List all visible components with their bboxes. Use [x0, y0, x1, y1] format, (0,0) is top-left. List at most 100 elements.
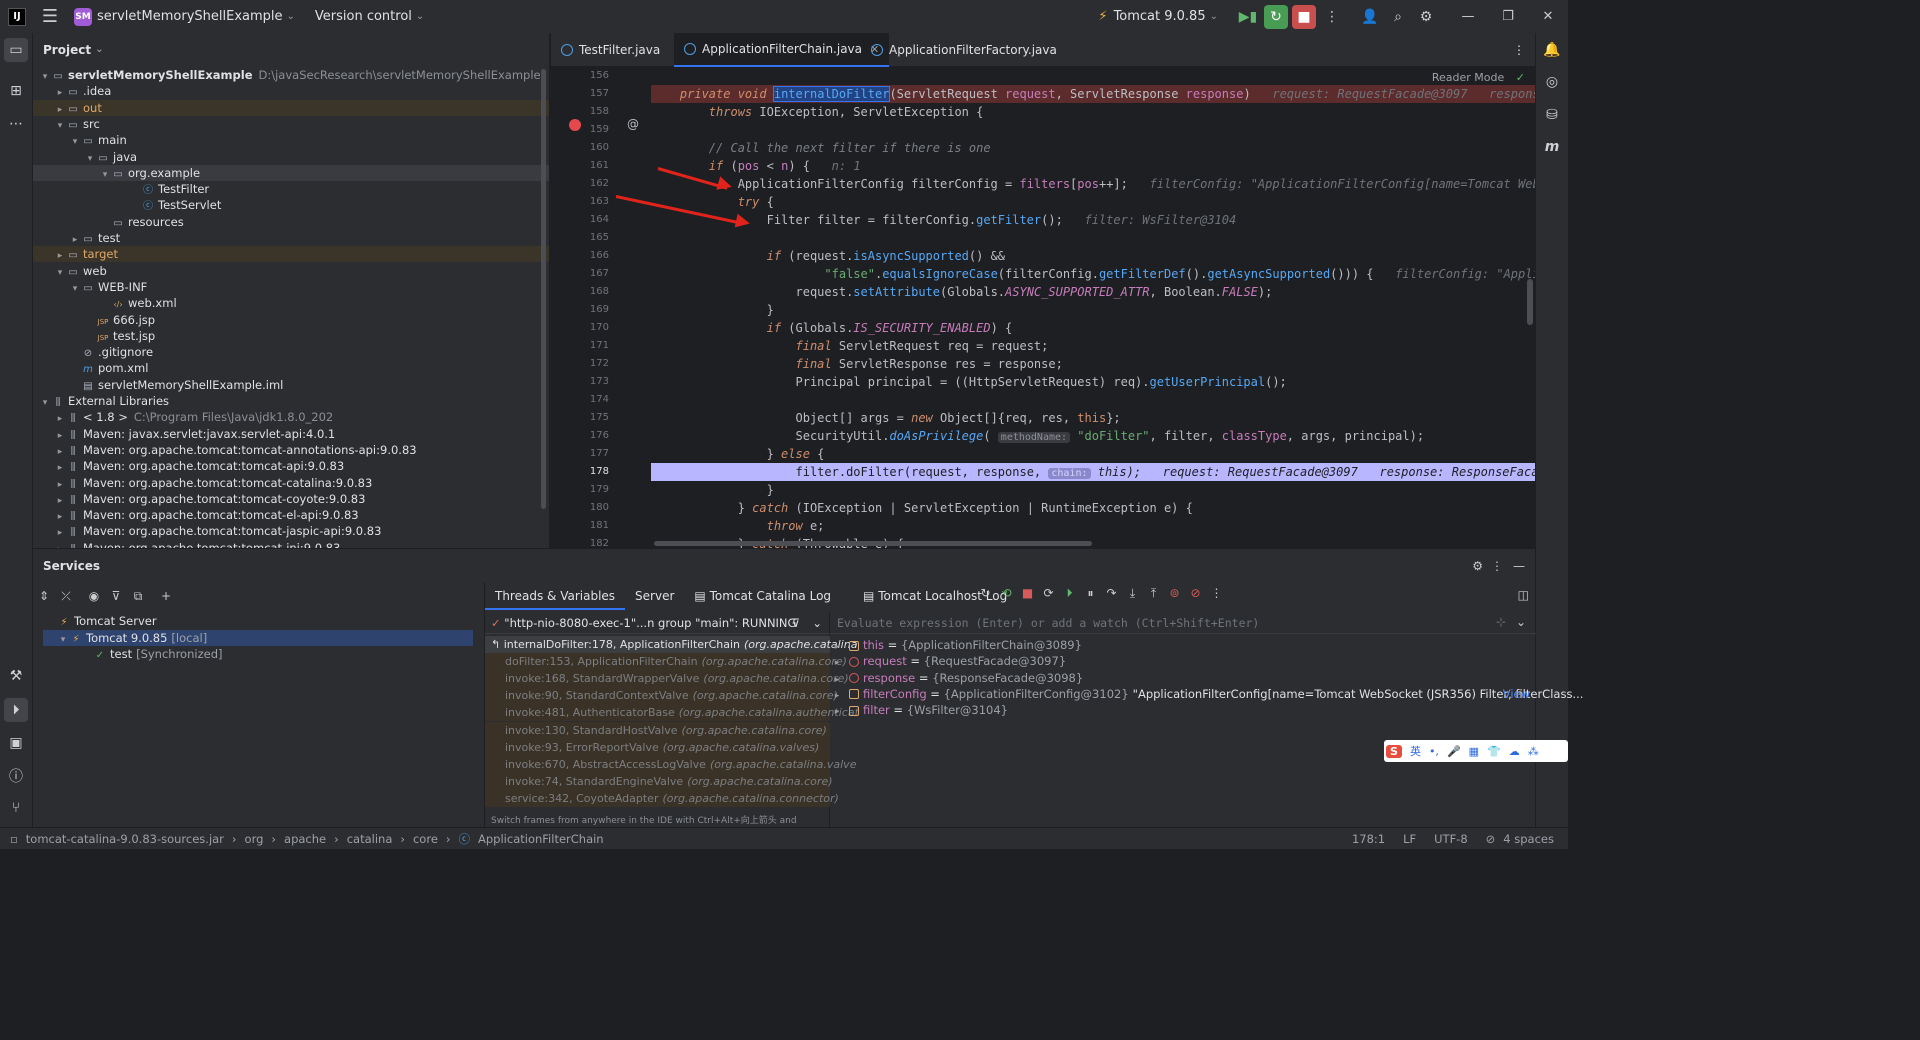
service-item[interactable]: ✓ test [Synchronized]: [43, 646, 473, 662]
code-area[interactable]: private void internalDoFilter(ServletReq…: [651, 67, 1535, 548]
tree-item[interactable]: ▭ resources: [33, 214, 549, 230]
breadcrumb-item[interactable]: org: [245, 832, 264, 846]
tab-server[interactable]: Server: [625, 582, 684, 610]
add-watch-icon[interactable]: ⊹: [1496, 615, 1506, 629]
tree-item[interactable]: ▾ ▭ java: [33, 149, 549, 165]
pause-icon[interactable]: ⏸: [1080, 586, 1101, 601]
line-number[interactable]: 162: [551, 175, 609, 193]
line-number[interactable]: 179: [551, 481, 609, 499]
tree-item[interactable]: ▸⫼Maven: org.apache.tomcat:tomcat-jni:9.…: [33, 540, 549, 548]
tree-item[interactable]: ▸ ▭ test: [33, 230, 549, 246]
view-breakpoints-icon[interactable]: ⊚: [1164, 586, 1185, 601]
line-number[interactable]: 171: [551, 337, 609, 355]
services-icon[interactable]: ⏵: [4, 698, 28, 722]
line-number[interactable]: 172: [551, 355, 609, 373]
evaluate-expression-input[interactable]: Evaluate expression (Enter) or add a wat…: [831, 612, 1536, 634]
stack-frame[interactable]: invoke:481, AuthenticatorBase (org.apache…: [485, 704, 859, 722]
tree-item[interactable]: ▤ servletMemoryShellExample.iml: [33, 377, 549, 393]
line-number[interactable]: 176: [551, 427, 609, 445]
stack-frame[interactable]: invoke:90, StandardContextValve (org.apac…: [485, 687, 838, 705]
view-options-icon[interactable]: ◉: [83, 589, 105, 603]
cloud-icon[interactable]: ☁: [1509, 745, 1520, 758]
tab-threads-variables[interactable]: Threads & Variables: [485, 582, 626, 610]
build-hammer-icon[interactable]: ⚒: [4, 664, 28, 688]
tree-item[interactable]: ⓒ TestServlet: [33, 197, 549, 213]
readonly-icon[interactable]: ⊘: [1486, 832, 1496, 846]
tree-item[interactable]: ⓒ TestFilter: [33, 181, 549, 197]
settings-icon[interactable]: ⚙: [1472, 559, 1483, 573]
filter-icon[interactable]: ⊽: [105, 589, 127, 603]
breadcrumb-item[interactable]: apache: [284, 832, 326, 846]
expand-all-icon[interactable]: ⇕: [33, 589, 55, 603]
vcs-widget[interactable]: Version control: [315, 9, 412, 24]
resume-program-icon[interactable]: ▶▮: [1236, 5, 1260, 29]
line-number[interactable]: 173: [551, 373, 609, 391]
project-panel-header[interactable]: Project ⌄: [33, 33, 549, 66]
stack-frame[interactable]: invoke:670, AbstractAccessLogValve (org.a…: [485, 755, 856, 773]
database-icon[interactable]: ⛁: [1541, 104, 1563, 126]
tree-item[interactable]: ▾ ⫼ External Libraries: [33, 393, 549, 409]
tab-applicationfilterfactory[interactable]: ApplicationFilterFactory.java: [861, 33, 1067, 67]
line-number[interactable]: 174: [551, 391, 609, 409]
editor-scrollbar[interactable]: [1527, 279, 1533, 325]
service-item[interactable]: ▾ ⚡ Tomcat 9.0.85 [local]: [43, 629, 473, 646]
variable-row[interactable]: ▸ filter = {WsFilter@3104}: [831, 702, 1536, 719]
git-branch-icon[interactable]: ⑂: [4, 796, 28, 820]
line-number[interactable]: 177: [551, 445, 609, 463]
rerun-debug-icon[interactable]: ↻: [1264, 4, 1288, 29]
view-link[interactable]: View: [1503, 686, 1530, 703]
toolbox-icon[interactable]: ⁂: [1528, 745, 1539, 758]
chevron-down-icon[interactable]: ⌄: [1516, 615, 1526, 629]
line-number[interactable]: 178: [551, 463, 609, 481]
line-number[interactable]: 181: [551, 517, 609, 535]
tree-item[interactable]: ▸ ⫼ Maven: org.apache.tomcat:tomcat-api:9.…: [33, 458, 549, 474]
breadcrumb-item[interactable]: catalina: [347, 832, 393, 846]
main-menu-icon[interactable]: ☰: [40, 6, 60, 27]
tab-testfilter[interactable]: TestFilter.java: [551, 33, 670, 67]
search-icon[interactable]: ⌕: [1386, 5, 1410, 29]
line-number[interactable]: 156: [551, 67, 609, 85]
tree-item[interactable]: ▾ ▭ src: [33, 116, 549, 132]
stop-icon[interactable]: ■: [1292, 4, 1316, 29]
refresh-icon[interactable]: ⟳: [1038, 586, 1059, 601]
collapse-all-icon[interactable]: ⤫: [55, 589, 77, 604]
notifications-bell-icon[interactable]: 🔔: [1541, 39, 1563, 61]
more-actions-icon[interactable]: ⋮: [1320, 5, 1344, 29]
line-number[interactable]: 169: [551, 301, 609, 319]
stack-frame[interactable]: invoke:74, StandardEngineValve (org.apach…: [485, 772, 833, 790]
restore-window-icon[interactable]: ❐: [1488, 9, 1528, 24]
line-number[interactable]: 165: [551, 229, 609, 247]
restart-icon[interactable]: ⟲: [996, 586, 1017, 601]
ime-lang-toggle[interactable]: 英: [1410, 743, 1421, 759]
line-number[interactable]: 157: [551, 85, 609, 103]
hide-panel-icon[interactable]: —: [1513, 559, 1525, 573]
tree-item[interactable]: ▾ ▭ org.example: [33, 164, 549, 181]
minimize-window-icon[interactable]: —: [1448, 9, 1488, 24]
line-number[interactable]: 160: [551, 139, 609, 157]
stack-frame[interactable]: invoke:168, StandardWrapperValve (org.apa…: [485, 670, 849, 688]
structure-icon[interactable]: ⊞: [4, 79, 28, 103]
variable-row[interactable]: ▸ filterConfig = {ApplicationFilterConfig…: [831, 686, 1584, 703]
project-tree-scrollbar[interactable]: [541, 69, 546, 509]
close-window-icon[interactable]: ✕: [1528, 9, 1568, 24]
tree-item[interactable]: ▸ ⫼ Maven: org.apache.tomcat:tomcat-jaspic…: [33, 523, 549, 539]
line-separator[interactable]: LF: [1403, 832, 1416, 846]
tab-catalina-log[interactable]: ▤ Tomcat Catalina Log: [684, 582, 841, 610]
tree-item[interactable]: ▸ ⫼ Maven: org.apache.tomcat:tomcat-catali…: [33, 475, 549, 491]
line-number[interactable]: 167: [551, 265, 609, 283]
file-encoding[interactable]: UTF-8: [1434, 832, 1468, 846]
tree-item[interactable]: ▾ ▭ servletMemoryShellExample D:\javaSecRes…: [33, 67, 549, 83]
microphone-icon[interactable]: 🎤: [1447, 745, 1461, 758]
service-item[interactable]: ⚡ Tomcat Server: [43, 613, 473, 629]
tree-item[interactable]: ▸ ⫼ < 1.8 > C:\Program Files\Java\jdk1.8.0_…: [33, 409, 549, 425]
resume-icon[interactable]: ⏵: [1059, 586, 1080, 601]
ai-assistant-icon[interactable]: ◎: [1541, 71, 1563, 93]
thread-selector[interactable]: ✓ "http-nio-8080-exec-1"...n group "main…: [485, 612, 830, 634]
filter-icon[interactable]: ⊽: [792, 612, 800, 634]
tree-item[interactable]: m pom.xml: [33, 360, 549, 376]
stack-frame[interactable]: doFilter:153, ApplicationFilterChain (org…: [485, 653, 847, 671]
tree-item[interactable]: ▾ ▭ main: [33, 132, 549, 148]
layout-icon[interactable]: ◫: [1518, 588, 1529, 602]
breadcrumb-item[interactable]: ApplicationFilterChain: [478, 832, 604, 846]
editor-horizontal-scrollbar[interactable]: [654, 541, 1092, 546]
